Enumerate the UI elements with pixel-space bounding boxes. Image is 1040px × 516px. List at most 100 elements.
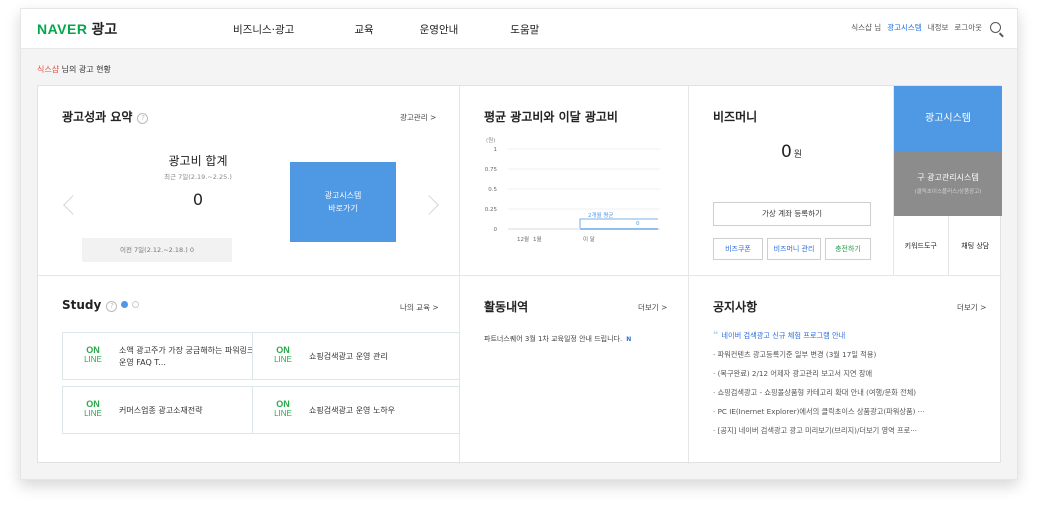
y-tick-label: 0.5 [488, 187, 497, 193]
logout-link[interactable]: 로그아웃 [954, 22, 982, 33]
help-icon[interactable]: ? [137, 113, 149, 124]
bizmoney-balance: 0원 [689, 142, 894, 162]
bizmoney-manage-button[interactable]: 비즈머니 관리 [767, 238, 821, 260]
list-item[interactable]: · 쇼핑검색광고 - 쇼핑몰상품형 카테고리 확대 안내 (여행/문화 전체) [713, 389, 925, 397]
summary-title: 광고성과 요약 [62, 110, 133, 124]
y-tick-label: 0 [494, 227, 498, 233]
online-badge: ON LINE [84, 345, 102, 364]
online-badge: ON LINE [274, 399, 292, 418]
go-button-line2: 바로가기 [328, 204, 358, 213]
legacy-system-sub: (클릭초이스플러스/상품광고) [914, 189, 982, 195]
y-tick-label: 0.25 [485, 207, 498, 213]
quote-icon: ❝ [713, 330, 719, 341]
carousel-dot-active[interactable] [121, 301, 129, 308]
bizmoney-title: 비즈머니 [713, 110, 758, 124]
study-card[interactable]: ON LINE 소액 광고주가 가장 궁금해하는 파워링크 운영 FAQ T... [62, 332, 270, 380]
search-icon[interactable] [990, 22, 1001, 33]
logo-text: 광고 [91, 21, 118, 37]
virtual-account-button[interactable]: 가상 계좌 등록하기 [713, 202, 871, 226]
my-education-link[interactable]: 나의 교육 > [400, 302, 439, 313]
notice-list: ❝ 네이버 검색광고 신규 체험 프로그램 안내 · 파워컨텐츠 광고등록기준 일… [713, 330, 925, 446]
cost-chart: (원) 0 0.25 0.5 0.75 1 12월 1월 이 달 2개월 평균 0 [485, 136, 660, 243]
ad-system-link[interactable]: 광고시스템 [887, 22, 922, 33]
study-heading: Study? [62, 298, 140, 312]
prev-arrow-icon[interactable] [63, 195, 83, 215]
menu-education[interactable]: 교육 [354, 22, 373, 37]
go-button-line1: 광고시스템 [324, 191, 362, 200]
user-utility: 식스샵 님 광고시스템 내정보 로그아웃 [845, 22, 1001, 33]
notice-more-link[interactable]: 더보기 > [957, 302, 986, 313]
average-label: 2개월 평균 [588, 211, 614, 219]
ad-cost-chart-panel: 평균 광고비와 이달 광고비 (원) 0 0.25 0.5 0.75 1 12월 1월 이 달… [460, 86, 689, 276]
notice-title: 공지사항 [713, 300, 758, 314]
bizcoupon-button[interactable]: 비즈쿠폰 [713, 238, 763, 260]
naver-ad-logo[interactable]: NAVER 광고 [37, 19, 117, 39]
study-card-title: 쇼핑검색광고 운영 관리 [309, 352, 388, 361]
go-ad-system-button[interactable]: 광고시스템 바로가기 [290, 162, 396, 242]
average-value: 0 [636, 221, 640, 227]
list-item[interactable]: ❝ 네이버 검색광고 신규 체험 프로그램 안내 [713, 330, 925, 341]
x-tick-label: 1월 [533, 235, 542, 243]
bizmoney-amount: 0 [780, 142, 792, 162]
y-tick-label: 0.75 [485, 167, 498, 173]
chat-consult-button[interactable]: 채팅 상담 [949, 216, 1003, 276]
help-icon[interactable]: ? [106, 301, 118, 312]
keyword-tool-button[interactable]: 키워드도구 [894, 216, 949, 276]
study-card[interactable]: ON LINE 쇼핑검색광고 운영 관리 [252, 332, 460, 380]
study-card-title: 커머스업종 광고소재전략 [119, 406, 203, 415]
study-title: Study [62, 298, 102, 312]
study-card-title: 쇼핑검색광고 운영 노하우 [309, 406, 396, 415]
study-card[interactable]: ON LINE 쇼핑검색광고 운영 노하우 [252, 386, 460, 434]
y-tick-label: 1 [494, 147, 498, 153]
ad-system-button[interactable]: 광고시스템 [894, 86, 1002, 152]
app-window: NAVER 광고 비즈니스·광고 교육 운영안내 도움말 식스샵 님 광고시스템 … [20, 8, 1018, 480]
y-axis-unit: (원) [486, 136, 495, 144]
account-name: 식스샵 [37, 65, 60, 74]
tool-links: 키워드도구 채팅 상담 [894, 216, 1002, 276]
legacy-system-button[interactable]: 구 광고관리시스템 (클릭초이스플러스/상품광고) [894, 152, 1002, 216]
list-item[interactable]: · 파워컨텐츠 광고등록기준 일부 변경 (3월 17일 적용) [713, 351, 925, 359]
total-cost-label: 광고비 합계 [168, 154, 228, 168]
charge-button[interactable]: 충전하기 [825, 238, 871, 260]
menu-help[interactable]: 도움말 [510, 22, 539, 37]
legacy-system-label: 구 광고관리시스템 [917, 173, 979, 182]
system-shortcuts: 광고시스템 구 광고관리시스템 (클릭초이스플러스/상품광고) 키워드도구 채팅… [894, 86, 1002, 276]
ad-manage-link[interactable]: 광고관리 > [400, 112, 436, 123]
dashboard-board: 광고성과 요약? 광고관리 > 광고비 합계 최근 7일(2.19.~2.25.… [37, 85, 1002, 464]
study-card-title: 소액 광고주가 가장 궁금해하는 파워링크 운영 FAQ T... [119, 346, 255, 367]
online-badge: ON LINE [274, 345, 292, 364]
bizmoney-actions: 비즈쿠폰 비즈머니 관리 충전하기 [713, 238, 875, 260]
next-arrow-icon[interactable] [419, 195, 439, 215]
previous-period-cost: 이전 7일(2.12.~2.18.) 0 [82, 238, 232, 262]
study-panel: Study? 나의 교육 > ON LINE 소액 광고주가 가장 궁금해하는 파… [38, 276, 460, 464]
new-badge: N [626, 336, 632, 343]
average-line [579, 218, 658, 228]
page-title-suffix: 님의 광고 현황 [59, 65, 111, 74]
list-item[interactable]: · PC IE(Inernet Explorer)에서의 클릭초이스 상품광고(… [713, 408, 925, 416]
x-tick-label: 이 달 [583, 235, 595, 243]
total-cost-period: 최근 7일(2.19.~2.25.) [164, 173, 232, 181]
notice-panel: 공지사항 더보기 > ❝ 네이버 검색광고 신규 체험 프로그램 안내 · 파워컨… [689, 276, 1002, 464]
bizmoney-panel: 비즈머니 0원 가상 계좌 등록하기 비즈쿠폰 비즈머니 관리 충전하기 [689, 86, 894, 276]
carousel-dot[interactable] [132, 301, 140, 308]
activity-panel: 활동내역 더보기 > 파트너스퀘어 3월 1차 교육일정 안내 드립니다. N [460, 276, 689, 464]
user-name: 식스샵 님 [851, 23, 882, 32]
summary-heading: 광고성과 요약? [62, 108, 149, 125]
top-navigation: NAVER 광고 비즈니스·광고 교육 운영안내 도움말 식스샵 님 광고시스템 … [21, 9, 1017, 49]
bizmoney-unit: 원 [793, 150, 803, 160]
total-cost-value: 0 [192, 190, 204, 209]
menu-guide[interactable]: 운영안내 [420, 22, 459, 37]
page-title: 식스샵 님의 광고 현황 [37, 64, 111, 75]
activity-item-text: 파트너스퀘어 3월 1차 교육일정 안내 드립니다. [484, 335, 623, 343]
ad-summary-panel: 광고성과 요약? 광고관리 > 광고비 합계 최근 7일(2.19.~2.25.… [38, 86, 460, 276]
main-menu: 비즈니스·광고 교육 운영안내 도움말 [233, 22, 599, 37]
x-tick-label: 12월 [517, 235, 529, 243]
my-info-link[interactable]: 내정보 [928, 22, 949, 33]
activity-title: 활동내역 [484, 300, 529, 314]
menu-business[interactable]: 비즈니스·광고 [233, 22, 294, 37]
activity-item[interactable]: 파트너스퀘어 3월 1차 교육일정 안내 드립니다. N [484, 334, 631, 344]
activity-more-link[interactable]: 더보기 > [638, 302, 667, 313]
study-card[interactable]: ON LINE 커머스업종 광고소재전략 [62, 386, 270, 434]
list-item[interactable]: · [공지] 네이버 검색광고 광고 미리보기(브리지)/더보기 영역 프로··… [713, 427, 925, 435]
list-item[interactable]: · (복구완료) 2/12 어제자 광고관리 보고서 지연 장애 [713, 370, 925, 378]
